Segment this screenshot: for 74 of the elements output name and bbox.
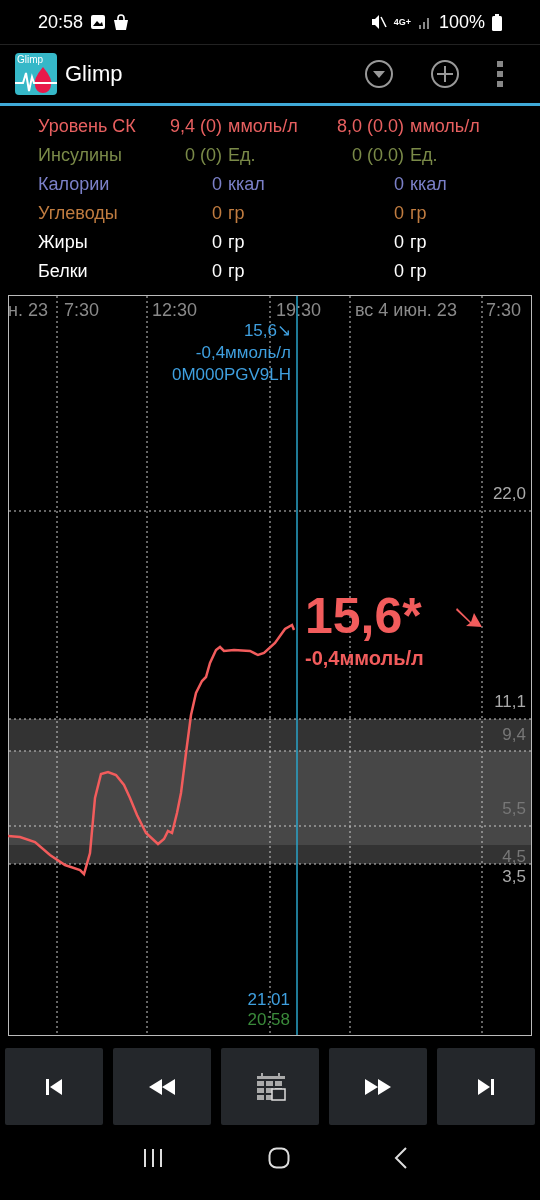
summary-value: 0 [211,203,222,224]
summary-unit: ккал [410,174,448,195]
image-icon [90,14,107,30]
summary-value: 0 (0) [184,145,222,166]
menu-icon[interactable] [496,60,504,88]
calendar-button[interactable] [221,1048,319,1125]
summary-value: 0 [393,232,404,253]
last-button[interactable] [437,1048,535,1125]
cursor-time: 21:01 [247,990,290,1009]
time-label: н. 23 [8,300,48,320]
summary-label: Жиры [38,232,89,253]
skip-to-start-icon [44,1076,64,1097]
skip-to-end-icon [476,1076,496,1097]
summary-unit: гр [228,261,246,282]
network-label: 4G+ [393,17,411,27]
clock: 20:58 [38,11,84,33]
rewind-icon [147,1076,177,1097]
level-label: 11,1 [494,692,526,711]
level-label: 9,4 [502,725,526,744]
summary-unit: ккал [228,174,266,195]
summary-unit: ммоль/л [228,116,299,137]
summary-unit: гр [410,203,428,224]
summary-value: 0 [393,261,404,282]
cursor-info: 15,6↘ [243,321,291,340]
level-label: 3,5 [502,867,526,886]
summary-value: 0 [211,232,222,253]
summary-unit: гр [410,232,428,253]
summary-value: 0 [393,203,404,224]
summary-label: Калории [38,174,111,195]
add-icon[interactable] [430,59,460,89]
battery-icon [492,13,502,31]
summary-label: Белки [38,261,89,282]
summary-value: 0 [211,174,222,195]
summary-label: Уровень СК [38,116,137,137]
summary-value: 0 [393,174,404,195]
mute-icon [370,14,387,30]
calendar-icon [254,1072,286,1101]
time-label: 7:30 [486,300,522,320]
current-time: 20:58 [247,1010,290,1029]
time-label: 7:30 [64,300,100,320]
app-title: Glimp [65,61,123,87]
cursor-info: -0,4ммоль/л [195,343,291,362]
summary-unit: гр [228,203,246,224]
summary-value: 0 (0.0) [350,145,404,166]
home-icon[interactable] [268,1147,290,1169]
time-label: вс 4 июн. 23 [355,300,457,320]
rewind-button[interactable] [113,1048,211,1125]
summary-value: 9,4 (0) [168,116,222,137]
back-icon[interactable] [394,1147,408,1169]
current-value: 15,6* [305,588,422,644]
level-label: 22,0 [492,484,526,503]
bag-icon [113,13,130,31]
summary-label: Углеводы [38,203,119,224]
cursor-info: 0M000PGV9LH [171,365,291,384]
recents-icon[interactable] [142,1148,164,1168]
dropdown-icon[interactable] [364,59,394,89]
summary-unit: Ед. [228,145,257,166]
first-button[interactable] [5,1048,103,1125]
battery-percent: 100% [438,11,485,33]
current-delta: -0,4ммоль/л [305,647,424,669]
summary-unit: гр [228,232,246,253]
fast-forward-icon [363,1076,393,1097]
level-label: 4,5 [502,847,526,866]
summary-value: 0 [211,261,222,282]
summary-label: Инсулины [38,145,123,166]
summary-unit: Ед. [410,145,439,166]
app-logo: Glimp [15,53,57,95]
signal-icon [417,15,432,29]
arrow-icon [456,608,482,627]
summary-unit: гр [410,261,428,282]
summary-value: 8,0 (0.0) [336,116,404,137]
time-label: 12:30 [152,300,198,320]
fast-forward-button[interactable] [329,1048,427,1125]
summary-unit: ммоль/л [410,116,481,137]
